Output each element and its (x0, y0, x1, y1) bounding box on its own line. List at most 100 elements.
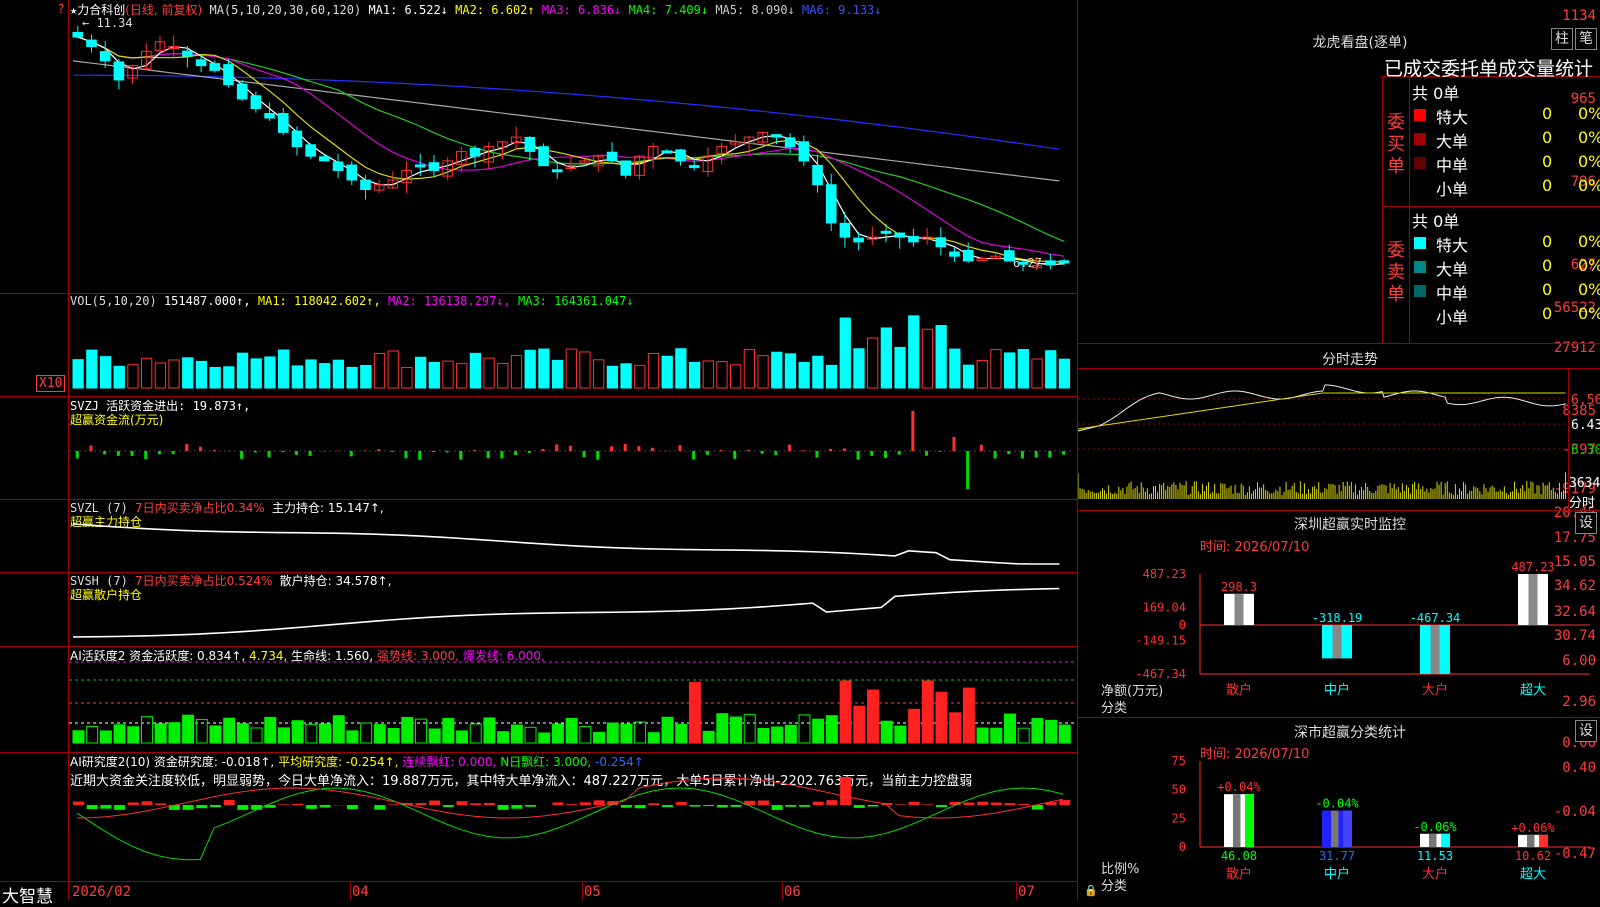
intraday-chart[interactable] (1078, 369, 1568, 509)
candle-body (100, 52, 110, 61)
vol-bar (278, 350, 288, 388)
candle-body (278, 113, 288, 132)
date-label: 06 (784, 884, 801, 900)
svsh-line (73, 589, 1059, 637)
ai-research-bar (457, 801, 468, 805)
candle-body (251, 96, 261, 109)
ai-research-bar (758, 801, 769, 805)
ai-active-bar (963, 688, 974, 743)
monitor-category: 大户 (1422, 682, 1448, 698)
classify-tick: 25 (1172, 811, 1186, 825)
vol-unit-badge[interactable]: X10 (36, 375, 65, 392)
svzj-bar (761, 451, 764, 454)
vol-bar (840, 318, 850, 388)
ai-active-bar (265, 717, 276, 743)
svzj-bar (500, 451, 503, 458)
candle-body (539, 147, 549, 166)
svzj-bar (651, 448, 654, 451)
candle-body (224, 65, 234, 85)
monitor-bar-shade (1529, 574, 1538, 625)
svzj-bar (939, 451, 942, 452)
vol-bar (826, 365, 836, 388)
ai-active-bar (936, 692, 947, 743)
ai-research-bar (498, 805, 509, 810)
svzj-bar (898, 451, 901, 455)
classify-settings-button[interactable]: 设 (1575, 720, 1597, 742)
menu-arrow-icon[interactable]: ? (58, 2, 64, 16)
classify-tick: 0 (1179, 840, 1186, 854)
vol-bar (128, 365, 138, 388)
classify-bar-side (1441, 834, 1450, 847)
vol-bar (580, 352, 590, 388)
vol-bar (963, 365, 973, 388)
ai-research-bar (580, 802, 591, 805)
svzl-chart[interactable] (69, 500, 1077, 572)
vol-bar (498, 363, 508, 388)
intraday-tick: 6.56 (1571, 393, 1600, 408)
svzj-bar (446, 451, 449, 452)
classify-bar-shade (1527, 835, 1535, 847)
ai-active-bar (539, 733, 550, 743)
vol-bar (1005, 353, 1015, 388)
vol-bar (237, 353, 247, 388)
vol-bar (265, 357, 275, 388)
vol-bar (87, 350, 97, 388)
ai-active-bar (772, 727, 783, 743)
svzj-bar (583, 451, 586, 457)
sell-total: 共 0单 (1412, 208, 1459, 230)
vol-bar (224, 367, 234, 388)
svzj-bar (980, 445, 983, 451)
ai-research-bar (662, 805, 673, 807)
candle-body (196, 60, 206, 66)
vol-bar (525, 350, 535, 388)
brand-logo[interactable]: 大智慧 (2, 882, 53, 907)
color-swatch (1414, 285, 1426, 297)
svsh-chart[interactable] (69, 573, 1077, 646)
candle-body (292, 131, 302, 147)
svzj-bar (295, 451, 298, 455)
svzj-bar (802, 450, 805, 451)
ai-active-bar (361, 723, 372, 743)
classify-bar-side (1539, 835, 1548, 847)
ai-active-chart[interactable] (69, 647, 1077, 752)
ma6-line (73, 75, 1059, 149)
svzj-bar (541, 449, 544, 451)
order-count: 0 (1542, 280, 1552, 299)
ai-active-bar (1018, 728, 1029, 743)
ai-active-bar (662, 717, 673, 743)
candle-body (333, 162, 343, 170)
vol-bar (347, 367, 357, 388)
monitor-settings-button[interactable]: 设 (1575, 512, 1597, 534)
kline-chart[interactable] (69, 0, 1077, 293)
order-count: 0 (1542, 128, 1552, 147)
vol-bar (141, 358, 151, 388)
color-swatch (1414, 237, 1426, 249)
lock-icon[interactable]: 🔒 (1084, 884, 1098, 897)
classify-bar: -0.06%11.53大户 (1413, 820, 1457, 882)
vol-bar (196, 361, 206, 388)
ai-research-bar (1018, 804, 1029, 805)
ai-active-bar (689, 682, 700, 743)
classify-chart[interactable]: 7550250 +0.04%46.08散户-0.04%31.77中户-0.06%… (1120, 755, 1600, 900)
monitor-category: 中户 (1324, 682, 1350, 698)
ai-research-bar (320, 805, 331, 807)
ai-active-bar (731, 717, 742, 743)
candle-body (963, 250, 973, 261)
vol-bar (566, 349, 576, 388)
bar-mode-button[interactable]: 柱 (1551, 28, 1573, 50)
ai-research-bar (141, 801, 152, 805)
ai-research-bars (73, 777, 1070, 810)
ai-research-chart[interactable] (69, 753, 1077, 881)
monitor-chart[interactable]: 487.23169.040-149.15-467.34 298.3散户-318.… (1120, 560, 1600, 720)
ai-research-bar (991, 803, 1002, 805)
svzj-chart[interactable] (69, 397, 1077, 499)
ai-active-bar (881, 721, 892, 743)
svzj-bar (1048, 451, 1051, 457)
candle-body (662, 151, 672, 153)
tick-mode-button[interactable]: 笔 (1575, 28, 1597, 50)
classify-category: 超大 (1520, 867, 1546, 882)
svzj-bar (1021, 451, 1024, 458)
vol-chart[interactable] (69, 300, 1077, 396)
date-label: 05 (584, 884, 601, 900)
svzj-bar (144, 451, 147, 459)
